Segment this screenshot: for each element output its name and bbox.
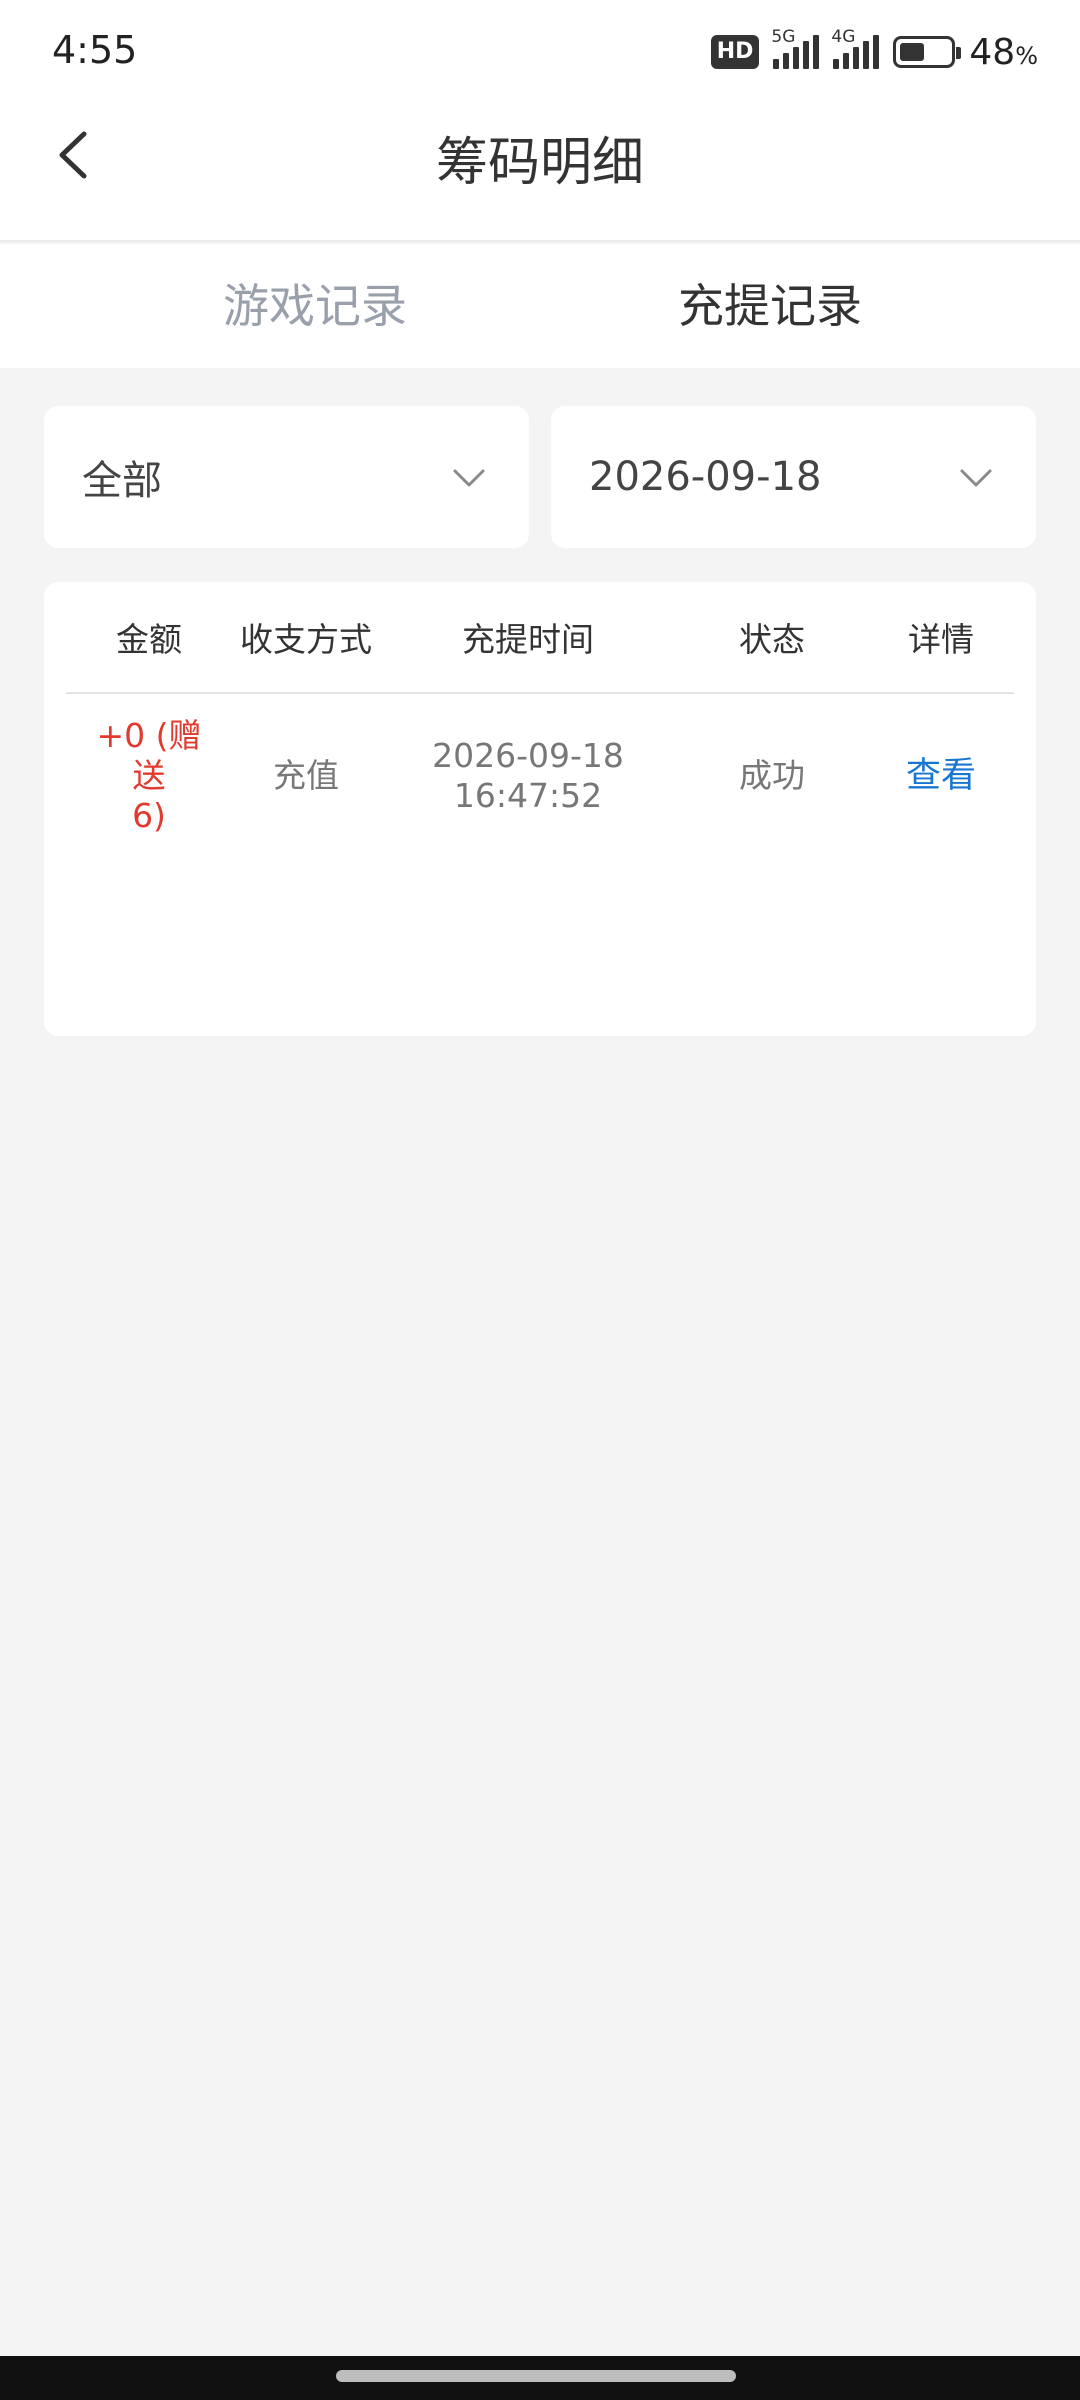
network-5g-label: 5G	[771, 27, 796, 47]
header-amount: 金额	[116, 620, 182, 659]
date-filter-dropdown[interactable]: 2026-09-18	[551, 406, 1036, 548]
screen: 4:55 HD 5G 4G 48% 筹码明细 游戏记录 充提记录 全部 2026…	[0, 0, 1080, 2400]
chevron-down-icon	[453, 469, 485, 487]
records-card: 金额 收支方式 充提时间 状态 详情 +0 (赠送 6) 充值 2026-09-…	[44, 582, 1036, 1036]
page-title: 筹码明细	[435, 133, 644, 193]
filter-bar: 全部 2026-09-18	[44, 406, 1036, 548]
battery-percent: 48%	[969, 31, 1038, 73]
battery-icon	[893, 36, 962, 68]
table-row: +0 (赠送 6) 充值 2026-09-18 16:47:52 成功 查看	[66, 696, 1014, 856]
type-filter-value: 全部	[82, 458, 162, 504]
row-time: 2026-09-18 16:47:52	[380, 736, 676, 816]
header-details: 详情	[908, 620, 974, 659]
view-details-link[interactable]: 查看	[868, 756, 1014, 796]
row-date: 2026-09-18	[432, 736, 624, 775]
row-method: 充值	[273, 756, 339, 795]
tab-bar: 游戏记录 充提记录	[0, 244, 1080, 368]
network-4g-label: 4G	[831, 27, 856, 47]
signal-4g-icon: 4G	[831, 27, 880, 69]
header-status: 状态	[739, 620, 805, 659]
hd-icon: HD	[710, 35, 760, 69]
row-amount-line1: +0 (赠送	[96, 716, 202, 795]
row-amount: +0 (赠送 6)	[66, 716, 232, 836]
row-clock: 16:47:52	[453, 776, 603, 815]
date-filter-value: 2026-09-18	[589, 454, 822, 500]
status-bar: 4:55 HD 5G 4G 48%	[0, 0, 1080, 100]
row-status: 成功	[739, 756, 805, 795]
tab-game-records[interactable]: 游戏记录	[0, 244, 540, 368]
home-indicator[interactable]	[336, 2370, 736, 2382]
tab-deposit-withdraw-records[interactable]: 充提记录	[540, 244, 1080, 368]
chevron-down-icon	[960, 469, 992, 487]
app-header: 筹码明细	[0, 100, 1080, 242]
table-header: 金额 收支方式 充提时间 状态 详情	[66, 582, 1014, 694]
status-time: 4:55	[52, 28, 138, 72]
signal-5g-icon: 5G	[771, 27, 820, 69]
row-amount-line2: 6)	[132, 796, 166, 835]
status-icons: HD 5G 4G 48%	[710, 27, 1038, 76]
header-method: 收支方式	[240, 620, 372, 659]
header-time: 充提时间	[462, 620, 594, 659]
type-filter-dropdown[interactable]: 全部	[44, 406, 529, 548]
system-nav-bar	[0, 2356, 1080, 2400]
